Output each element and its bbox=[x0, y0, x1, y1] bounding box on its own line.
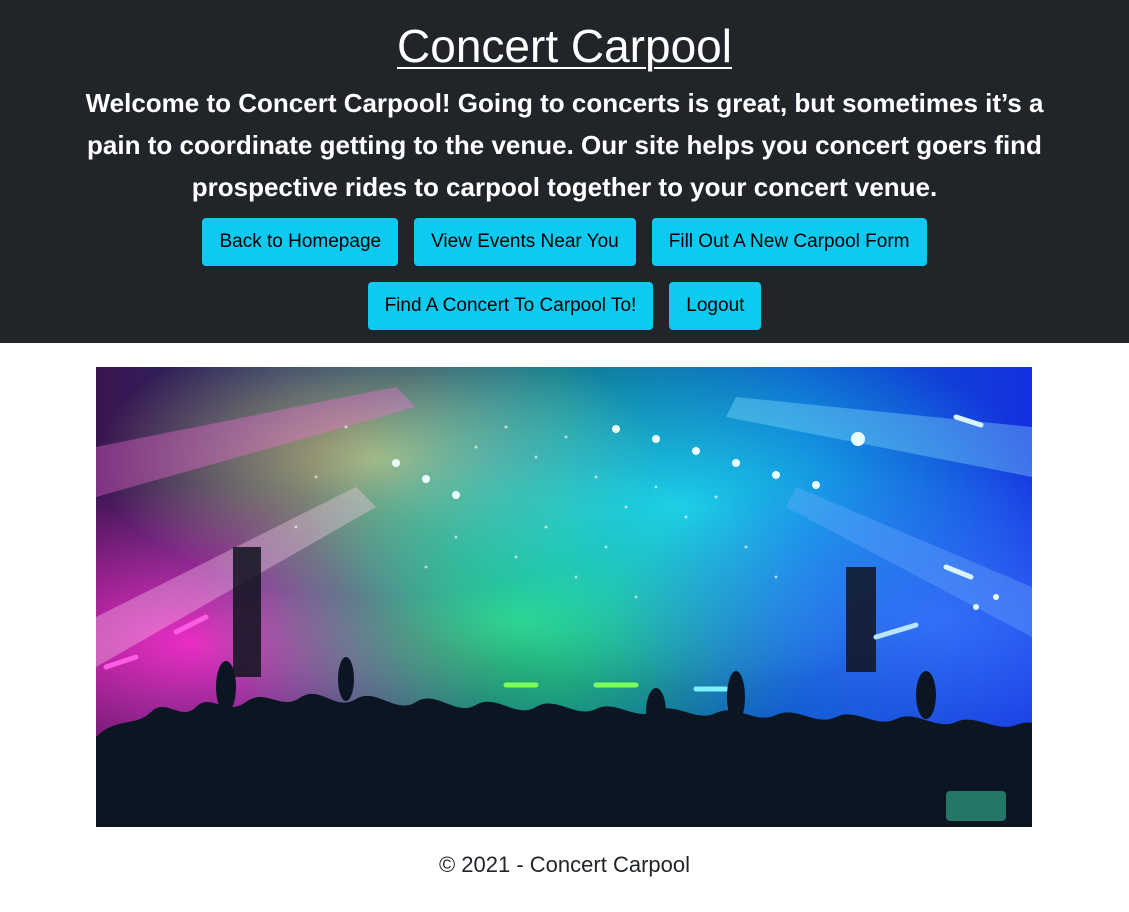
new-carpool-form-button[interactable]: Fill Out A New Carpool Form bbox=[651, 218, 927, 266]
back-to-homepage-button[interactable]: Back to Homepage bbox=[202, 218, 399, 266]
intro-text: Welcome to Concert Carpool! Going to con… bbox=[85, 88, 1044, 202]
site-header: Concert Carpool Welcome to Concert Carpo… bbox=[0, 0, 1129, 343]
footer-copyright: © 2021 - Concert Carpool bbox=[438, 852, 690, 877]
hero-image bbox=[96, 367, 1032, 827]
nav-row-1: Back to Homepage View Events Near You Fi… bbox=[0, 218, 1129, 266]
nav-row-2: Find A Concert To Carpool To! Logout bbox=[0, 282, 1129, 330]
view-events-button[interactable]: View Events Near You bbox=[414, 218, 636, 266]
find-concert-button[interactable]: Find A Concert To Carpool To! bbox=[367, 282, 654, 330]
site-footer: © 2021 - Concert Carpool bbox=[0, 848, 1129, 882]
concert-illustration bbox=[96, 367, 1032, 827]
logout-button[interactable]: Logout bbox=[669, 282, 762, 330]
site-title[interactable]: Concert Carpool bbox=[397, 18, 732, 74]
main-nav: Back to Homepage View Events Near You Fi… bbox=[0, 218, 1129, 330]
